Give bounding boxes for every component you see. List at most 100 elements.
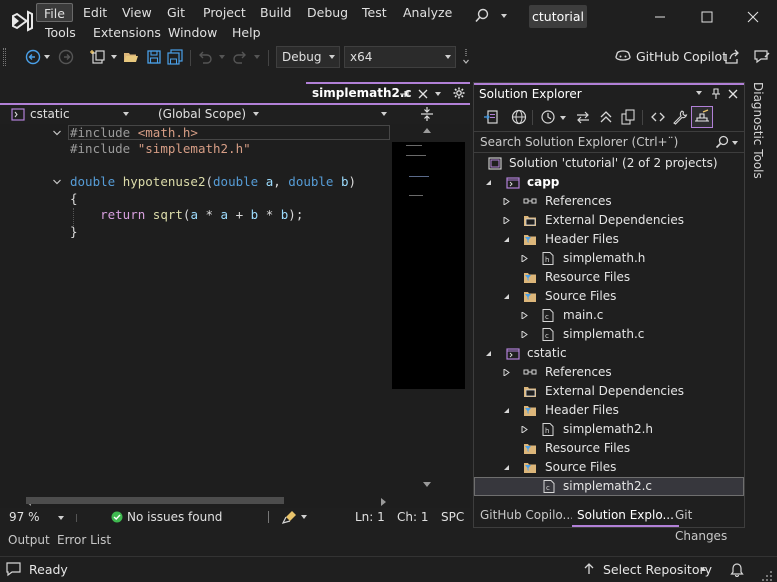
tree-item-project-cstatic[interactable]: cstatic xyxy=(474,344,744,363)
properties-wrench-icon[interactable] xyxy=(672,109,688,125)
menu-file[interactable]: File xyxy=(36,3,73,22)
menu-tools[interactable]: Tools xyxy=(38,23,83,42)
tree-item-external-dependencies[interactable]: External Dependencies xyxy=(474,211,744,230)
tab-output[interactable]: Output xyxy=(8,533,50,547)
expanded-arrow-icon[interactable] xyxy=(503,407,510,414)
copilot-icon[interactable] xyxy=(614,48,632,64)
menu-view[interactable]: View xyxy=(115,3,159,22)
tree-item-file[interactable]: c simplemath.c xyxy=(474,325,744,344)
toolbar-grip[interactable] xyxy=(3,48,6,66)
collapsed-arrow-icon[interactable] xyxy=(521,312,528,319)
visual-studio-logo-icon[interactable] xyxy=(9,8,35,34)
menu-debug[interactable]: Debug xyxy=(300,3,355,22)
tree-item-file[interactable]: c main.c xyxy=(474,306,744,325)
collapsed-arrow-icon[interactable] xyxy=(521,255,528,262)
expanded-arrow-icon[interactable] xyxy=(503,464,510,471)
copilot-button[interactable]: GitHub Copilot xyxy=(636,49,727,64)
window-options-icon[interactable] xyxy=(696,91,702,95)
document-tab[interactable]: simplemath2.c xyxy=(306,82,470,103)
pin-tab-icon[interactable] xyxy=(398,88,410,100)
solution-config-select[interactable]: Debug xyxy=(276,46,340,68)
line-number[interactable]: Ln: 1 xyxy=(355,510,385,525)
collapse-region-icon[interactable] xyxy=(52,128,62,138)
collapse-all-icon[interactable] xyxy=(598,109,614,125)
tab-github-copilot[interactable]: GitHub Copilo... xyxy=(475,505,579,527)
column-number[interactable]: Ch: 1 xyxy=(397,510,428,525)
save-icon[interactable] xyxy=(145,47,163,67)
undo-dropdown-icon[interactable] xyxy=(219,55,225,59)
resize-grip-icon[interactable] xyxy=(761,570,773,582)
search-input[interactable]: Search Solution Explorer (Ctrl+¨) xyxy=(480,135,678,149)
horizontal-scrollbar[interactable] xyxy=(26,494,390,508)
notification-icon[interactable] xyxy=(6,562,22,577)
navigate-back-dropdown-icon[interactable] xyxy=(44,55,50,59)
navigate-forward-icon[interactable] xyxy=(57,47,75,67)
tree-item-external-dependencies[interactable]: External Dependencies xyxy=(474,382,744,401)
expanded-arrow-icon[interactable] xyxy=(503,236,510,243)
collapse-region-icon[interactable] xyxy=(52,177,62,187)
menu-window[interactable]: Window xyxy=(161,23,224,42)
search-dropdown-icon[interactable] xyxy=(501,14,507,18)
redo-dropdown-icon[interactable] xyxy=(254,55,260,59)
sync-with-active-document-icon[interactable] xyxy=(575,109,591,125)
tab-solution-explorer[interactable]: Solution Explo... xyxy=(572,505,679,527)
menu-project[interactable]: Project xyxy=(196,3,253,22)
tree-item-source-files[interactable]: Source Files xyxy=(474,287,744,306)
select-repository-button[interactable]: Select Repository xyxy=(603,562,712,577)
collapsed-arrow-icon[interactable] xyxy=(503,217,510,224)
whitespace-mode[interactable]: SPC xyxy=(441,510,464,525)
menu-build[interactable]: Build xyxy=(253,3,298,22)
tree-item-file-selected[interactable]: c simplemath2.c xyxy=(474,477,744,496)
issues-status[interactable]: No issues found xyxy=(127,510,222,525)
menu-git[interactable]: Git xyxy=(160,3,192,22)
horizontal-scroll-thumb[interactable] xyxy=(26,497,284,504)
collapsed-arrow-icon[interactable] xyxy=(503,369,510,376)
save-all-icon[interactable] xyxy=(166,47,184,67)
tree-item-solution[interactable]: Solution 'ctutorial' (2 of 2 projects) xyxy=(474,154,744,173)
toolbar-overflow-icon[interactable] xyxy=(463,48,469,66)
close-panel-icon[interactable] xyxy=(727,88,739,100)
no-issues-icon[interactable] xyxy=(111,511,123,523)
tree-item-resource-files[interactable]: Resource Files xyxy=(474,439,744,458)
tab-diagnostic-tools[interactable]: Diagnostic Tools xyxy=(751,82,765,179)
tree-item-file[interactable]: h simplemath2.h xyxy=(474,420,744,439)
auto-hide-pin-icon[interactable] xyxy=(710,88,722,100)
document-well-settings-icon[interactable] xyxy=(453,87,465,99)
solution-platform-select[interactable]: x64 xyxy=(344,46,456,68)
tree-item-header-files[interactable]: Header Files xyxy=(474,401,744,420)
tree-item-references[interactable]: References xyxy=(474,363,744,382)
collapsed-arrow-icon[interactable] xyxy=(503,198,510,205)
menu-extensions[interactable]: Extensions xyxy=(86,23,168,42)
search-icon[interactable] xyxy=(474,8,490,24)
share-icon[interactable] xyxy=(723,48,741,66)
pending-changes-dropdown-icon[interactable] xyxy=(560,116,566,120)
feedback-icon[interactable] xyxy=(753,49,771,65)
split-editor-icon[interactable] xyxy=(420,106,434,122)
solution-explorer-search[interactable]: Search Solution Explorer (Ctrl+¨) xyxy=(474,131,744,153)
show-all-files-icon[interactable] xyxy=(620,109,636,125)
arrow-up-icon[interactable] xyxy=(582,562,596,576)
navigate-back-icon[interactable] xyxy=(24,47,42,67)
search-icon[interactable] xyxy=(715,135,729,149)
open-folder-icon[interactable] xyxy=(122,47,140,67)
scroll-right-icon[interactable] xyxy=(381,498,386,506)
tree-item-project-capp[interactable]: capp xyxy=(474,173,744,192)
search-options-dropdown-icon[interactable] xyxy=(732,141,738,145)
expanded-arrow-icon[interactable] xyxy=(503,293,510,300)
tab-git-changes[interactable]: Git Changes xyxy=(670,505,745,543)
tab-list-dropdown-icon[interactable] xyxy=(435,92,441,96)
menu-test[interactable]: Test xyxy=(355,3,394,22)
notifications-bell-icon[interactable] xyxy=(730,562,744,577)
tree-item-references[interactable]: References xyxy=(474,192,744,211)
collapsed-arrow-icon[interactable] xyxy=(521,426,528,433)
new-project-icon[interactable] xyxy=(88,47,108,67)
tree-item-resource-files[interactable]: Resource Files xyxy=(474,268,744,287)
new-project-dropdown-icon[interactable] xyxy=(111,55,117,59)
switch-views-icon[interactable] xyxy=(483,109,499,125)
pending-changes-filter-icon[interactable] xyxy=(540,109,556,125)
scroll-up-icon[interactable] xyxy=(423,128,431,133)
collapsed-arrow-icon[interactable] xyxy=(521,331,528,338)
scroll-down-icon[interactable] xyxy=(423,482,431,487)
close-tab-icon[interactable] xyxy=(417,88,429,100)
tab-error-list[interactable]: Error List xyxy=(57,533,111,547)
